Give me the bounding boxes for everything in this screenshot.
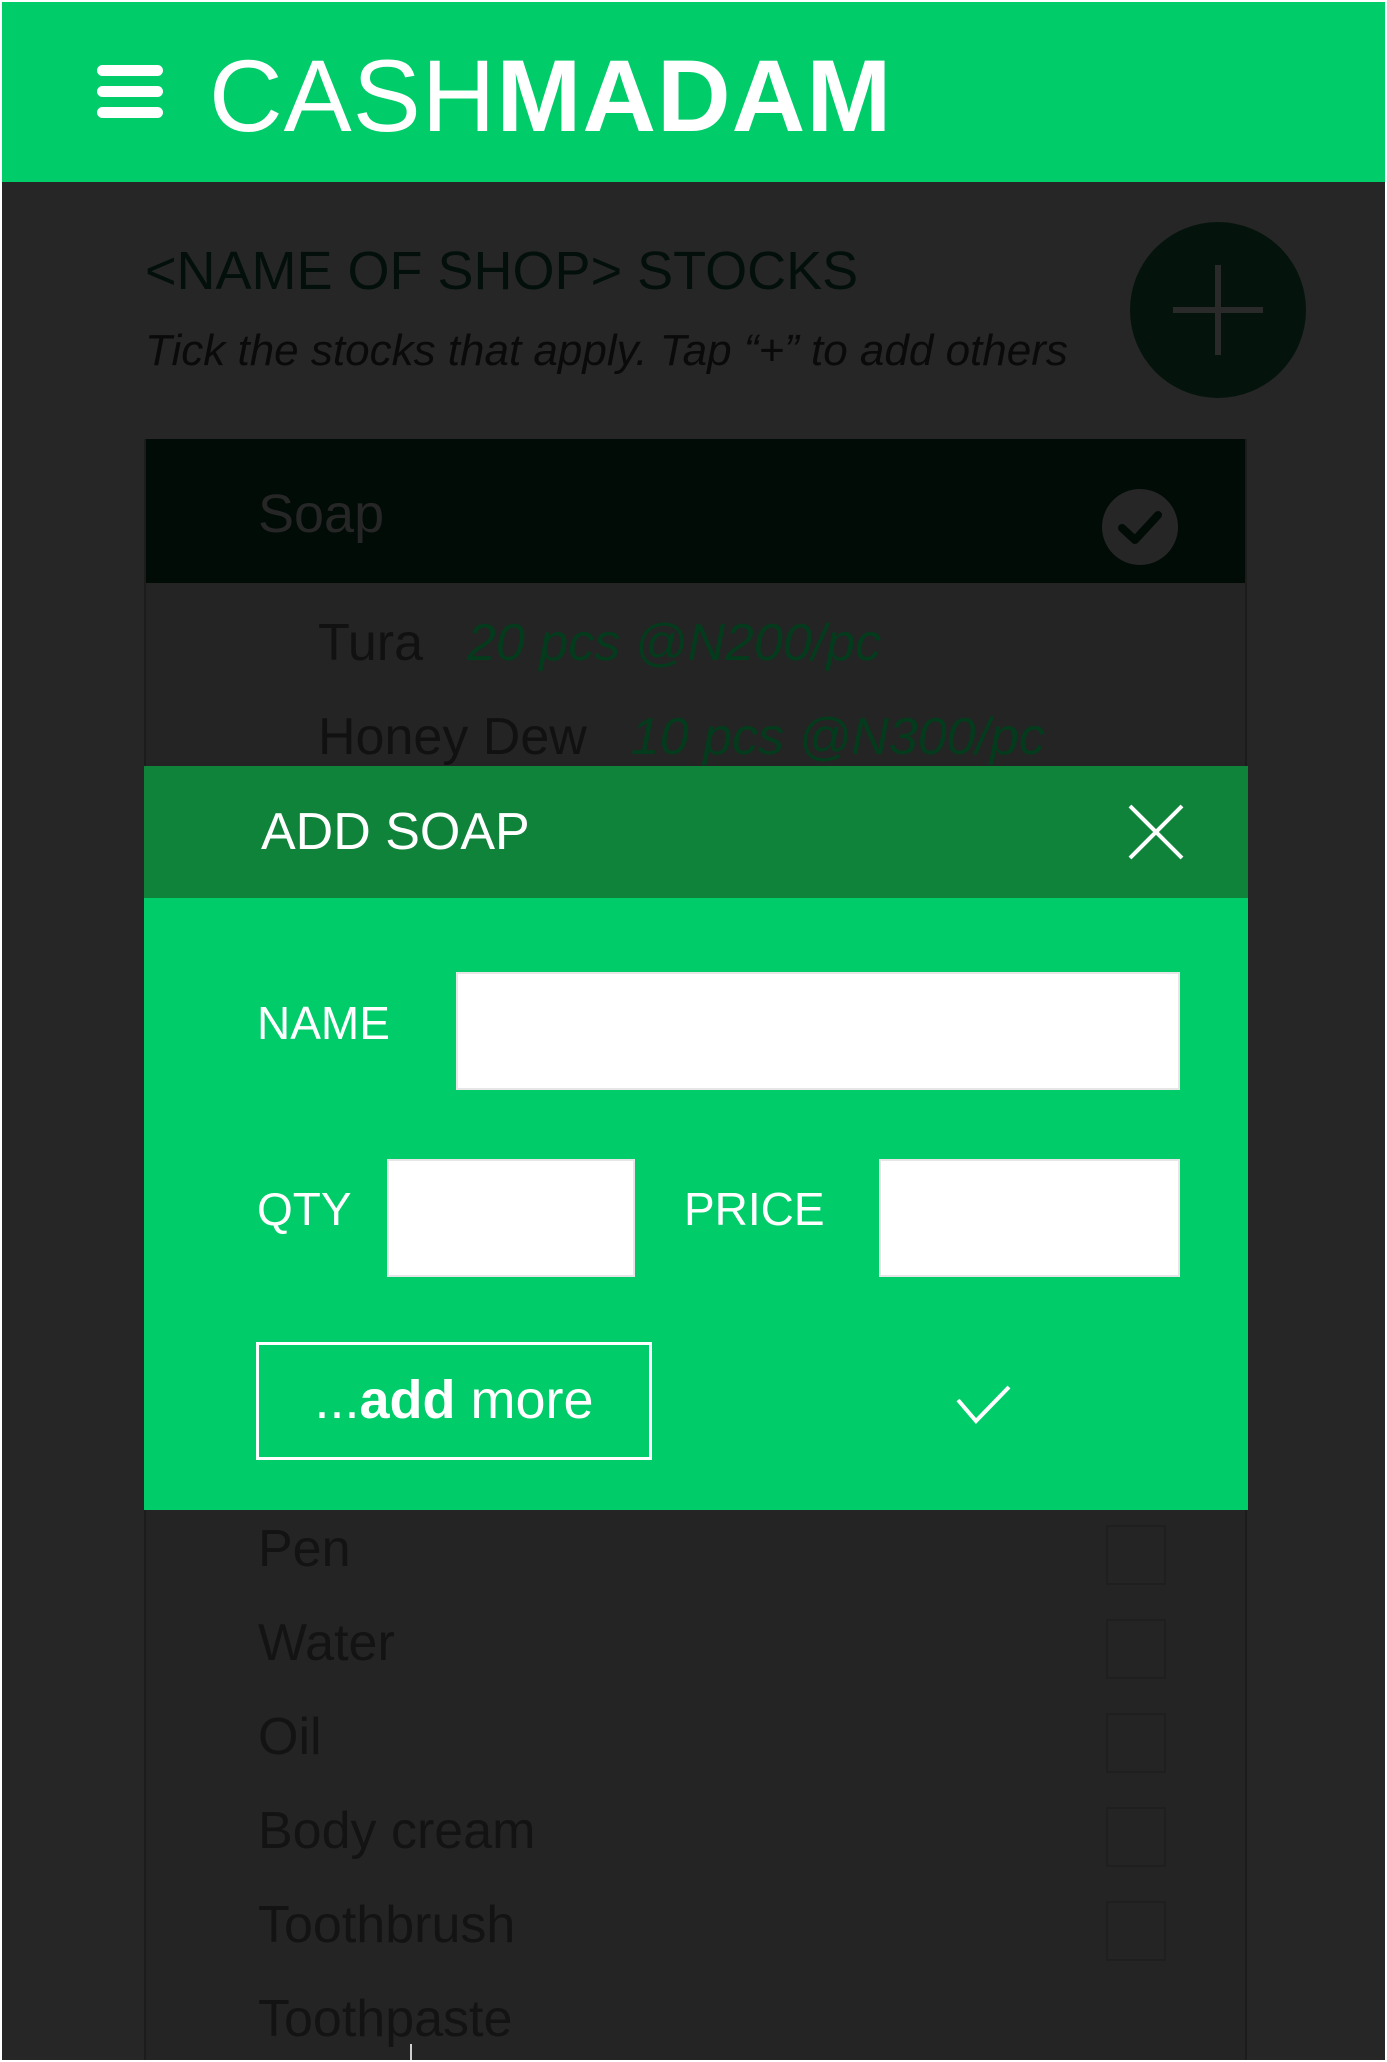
stock-item[interactable]: Tura 20 pcs @N200/pc bbox=[318, 613, 881, 673]
list-item-pen[interactable]: Pen bbox=[258, 1519, 351, 1579]
price-field[interactable] bbox=[879, 1159, 1180, 1277]
price-label: PRICE bbox=[684, 1183, 825, 1235]
checkbox[interactable] bbox=[1106, 1525, 1166, 1585]
stock-item-name: Tura bbox=[318, 614, 423, 672]
divider bbox=[410, 2044, 412, 2060]
name-label: NAME bbox=[257, 997, 390, 1049]
add-more-bold: add bbox=[359, 1370, 456, 1430]
add-stock-button[interactable] bbox=[1130, 222, 1306, 398]
stock-item-detail: 20 pcs @N200/pc bbox=[467, 614, 882, 672]
app-header: CASHMADAM bbox=[2, 2, 1385, 182]
add-more-suffix: more bbox=[455, 1370, 594, 1430]
category-label: Soap bbox=[258, 484, 385, 544]
modal-header: ADD SOAP bbox=[144, 766, 1248, 898]
category-soap[interactable]: Soap bbox=[146, 439, 1245, 583]
brand-light-text: CASH bbox=[209, 39, 497, 153]
list-item-toothpaste[interactable]: Toothpaste bbox=[258, 1989, 512, 2049]
page-subtitle: Tick the stocks that apply. Tap “+” to a… bbox=[145, 326, 1068, 375]
checkbox[interactable] bbox=[1106, 1619, 1166, 1679]
list-item-body-cream[interactable]: Body cream bbox=[258, 1801, 535, 1861]
list-item-water[interactable]: Water bbox=[258, 1613, 395, 1673]
app-logo: CASHMADAM bbox=[209, 36, 892, 156]
add-more-button[interactable]: ...add more bbox=[256, 1342, 652, 1460]
stock-item[interactable]: Honey Dew 10 pcs @N300/pc bbox=[318, 707, 1045, 767]
list-item-toothbrush[interactable]: Toothbrush bbox=[258, 1895, 515, 1955]
checked-circle-icon[interactable] bbox=[1102, 489, 1178, 565]
add-soap-modal: ADD SOAP NAME QTY PRICE ...add more bbox=[144, 766, 1248, 1510]
stock-item-detail: 10 pcs @N300/pc bbox=[630, 708, 1045, 766]
checkmark-icon[interactable] bbox=[934, 1354, 1030, 1444]
name-field[interactable] bbox=[456, 972, 1180, 1090]
list-item-oil[interactable]: Oil bbox=[258, 1707, 322, 1767]
stock-item-name: Honey Dew bbox=[318, 708, 587, 766]
brand-bold-text: MADAM bbox=[496, 39, 893, 153]
hamburger-menu-icon[interactable] bbox=[97, 65, 163, 119]
checkbox[interactable] bbox=[1106, 1901, 1166, 1961]
checkbox[interactable] bbox=[1106, 1807, 1166, 1867]
qty-field[interactable] bbox=[387, 1159, 635, 1277]
app-screen: CASHMADAM <NAME OF SHOP> STOCKS Tick the… bbox=[2, 2, 1385, 2060]
close-icon[interactable] bbox=[1124, 800, 1188, 864]
checkbox[interactable] bbox=[1106, 1713, 1166, 1773]
qty-label: QTY bbox=[257, 1183, 352, 1235]
page-title: <NAME OF SHOP> STOCKS bbox=[145, 241, 859, 301]
add-more-prefix: ... bbox=[314, 1370, 360, 1430]
modal-title: ADD SOAP bbox=[261, 803, 530, 861]
